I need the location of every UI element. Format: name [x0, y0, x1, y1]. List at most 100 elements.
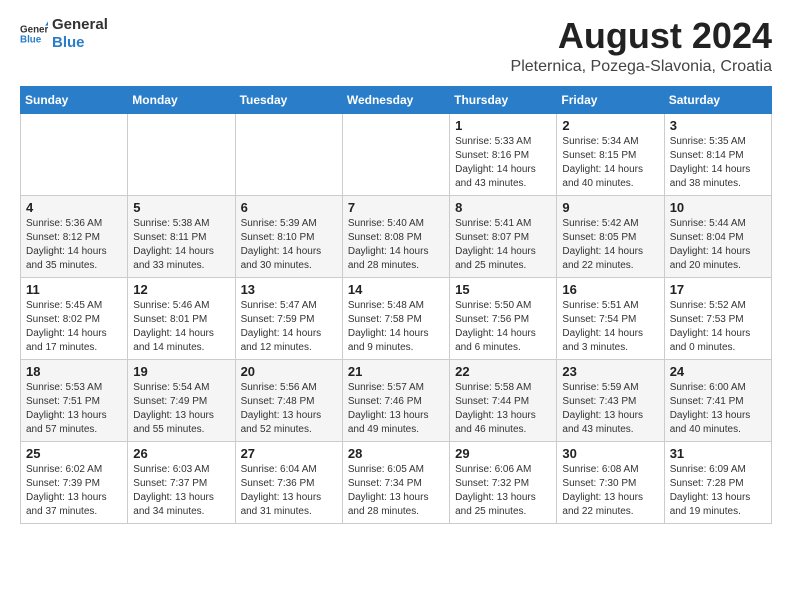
calendar-cell: 22Sunrise: 5:58 AM Sunset: 7:44 PM Dayli…: [450, 359, 557, 441]
day-number: 5: [133, 200, 229, 215]
cell-text: Sunrise: 6:03 AM Sunset: 7:37 PM Dayligh…: [133, 463, 229, 519]
calendar-cell: 17 Sunrise: 5:52 AM Sunset: 7:53 PM Dayli…: [664, 277, 771, 359]
day-number: 10: [670, 200, 766, 215]
day-header-sunday: Sunday: [21, 86, 128, 113]
calendar-cell: 1 Sunrise: 5:33 AM Sunset: 8:16 PM Daylig…: [450, 113, 557, 195]
month-title: August 2024: [511, 16, 772, 56]
day-number: 6: [241, 200, 337, 215]
day-number: 7: [348, 200, 444, 215]
day-number: 11: [26, 282, 122, 297]
day-number: 24: [670, 364, 766, 379]
cell-text: Sunrise: 5:39 AM Sunset: 8:10 PM Dayligh…: [241, 217, 337, 273]
day-number: 21: [348, 364, 444, 379]
logo-icon: General Blue: [20, 20, 48, 48]
cell-text: Sunrise: 5:56 AM Sunset: 7:48 PM Dayligh…: [241, 381, 337, 437]
day-number: 29: [455, 446, 551, 461]
calendar-cell: 11 Sunrise: 5:45 AM Sunset: 8:02 PM Dayli…: [21, 277, 128, 359]
day-number: 14: [348, 282, 444, 297]
day-header-friday: Friday: [557, 86, 664, 113]
week-row-3: 11 Sunrise: 5:45 AM Sunset: 8:02 PM Dayli…: [21, 277, 772, 359]
cell-text: Sunrise: 5:38 AM Sunset: 8:11 PM Dayligh…: [133, 217, 229, 273]
cell-text: Sunrise: 5:35 AM Sunset: 8:14 PM Dayligh…: [670, 135, 766, 191]
day-number: 16: [562, 282, 658, 297]
day-number: 20: [241, 364, 337, 379]
cell-text: Sunrise: 6:05 AM Sunset: 7:34 PM Dayligh…: [348, 463, 444, 519]
week-row-1: 1 Sunrise: 5:33 AM Sunset: 8:16 PM Daylig…: [21, 113, 772, 195]
cell-text: Sunrise: 5:34 AM Sunset: 8:15 PM Dayligh…: [562, 135, 658, 191]
day-number: 25: [26, 446, 122, 461]
calendar-cell: 20 Sunrise: 5:56 AM Sunset: 7:48 PM Dayli…: [235, 359, 342, 441]
calendar-cell: 30 Sunrise: 6:08 AM Sunset: 7:30 PM Dayli…: [557, 441, 664, 523]
day-number: 3: [670, 118, 766, 133]
calendar-cell: 5 Sunrise: 5:38 AM Sunset: 8:11 PM Daylig…: [128, 195, 235, 277]
day-number: 23: [562, 364, 658, 379]
logo-general-text: General: [52, 16, 108, 34]
day-header-wednesday: Wednesday: [342, 86, 449, 113]
calendar-cell: 7 Sunrise: 5:40 AM Sunset: 8:08 PM Daylig…: [342, 195, 449, 277]
cell-text: Sunrise: 5:40 AM Sunset: 8:08 PM Dayligh…: [348, 217, 444, 273]
calendar-cell: 4 Sunrise: 5:36 AM Sunset: 8:12 PM Daylig…: [21, 195, 128, 277]
calendar-cell: 8Sunrise: 5:41 AM Sunset: 8:07 PM Daylig…: [450, 195, 557, 277]
cell-text: Sunrise: 6:00 AM Sunset: 7:41 PM Dayligh…: [670, 381, 766, 437]
calendar-cell: 3 Sunrise: 5:35 AM Sunset: 8:14 PM Daylig…: [664, 113, 771, 195]
calendar-cell: 14Sunrise: 5:48 AM Sunset: 7:58 PM Dayli…: [342, 277, 449, 359]
calendar-cell: 15 Sunrise: 5:50 AM Sunset: 7:56 PM Dayli…: [450, 277, 557, 359]
day-number: 4: [26, 200, 122, 215]
calendar-cell: [21, 113, 128, 195]
location-title: Pleternica, Pozega-Slavonia, Croatia: [511, 58, 772, 76]
day-number: 13: [241, 282, 337, 297]
day-number: 31: [670, 446, 766, 461]
cell-text: Sunrise: 5:36 AM Sunset: 8:12 PM Dayligh…: [26, 217, 122, 273]
week-row-2: 4 Sunrise: 5:36 AM Sunset: 8:12 PM Daylig…: [21, 195, 772, 277]
calendar-cell: 6 Sunrise: 5:39 AM Sunset: 8:10 PM Daylig…: [235, 195, 342, 277]
cell-text: Sunrise: 5:58 AM Sunset: 7:44 PM Dayligh…: [455, 381, 551, 437]
week-row-4: 18 Sunrise: 5:53 AM Sunset: 7:51 PM Dayli…: [21, 359, 772, 441]
calendar-cell: 24 Sunrise: 6:00 AM Sunset: 7:41 PM Dayli…: [664, 359, 771, 441]
day-header-thursday: Thursday: [450, 86, 557, 113]
cell-text: Sunrise: 5:45 AM Sunset: 8:02 PM Dayligh…: [26, 299, 122, 355]
logo: General Blue General Blue: [20, 16, 108, 52]
calendar-cell: 23 Sunrise: 5:59 AM Sunset: 7:43 PM Dayli…: [557, 359, 664, 441]
header-section: General Blue General Blue August 2024 Pl…: [20, 16, 772, 76]
calendar-cell: 2 Sunrise: 5:34 AM Sunset: 8:15 PM Daylig…: [557, 113, 664, 195]
day-number: 1: [455, 118, 551, 133]
calendar-cell: 13Sunrise: 5:47 AM Sunset: 7:59 PM Dayli…: [235, 277, 342, 359]
day-number: 17: [670, 282, 766, 297]
calendar-cell: [128, 113, 235, 195]
cell-text: Sunrise: 6:08 AM Sunset: 7:30 PM Dayligh…: [562, 463, 658, 519]
header-row: SundayMondayTuesdayWednesdayThursdayFrid…: [21, 86, 772, 113]
calendar-cell: 19Sunrise: 5:54 AM Sunset: 7:49 PM Dayli…: [128, 359, 235, 441]
cell-text: Sunrise: 5:57 AM Sunset: 7:46 PM Dayligh…: [348, 381, 444, 437]
calendar-cell: 26 Sunrise: 6:03 AM Sunset: 7:37 PM Dayli…: [128, 441, 235, 523]
calendar-cell: 18 Sunrise: 5:53 AM Sunset: 7:51 PM Dayli…: [21, 359, 128, 441]
cell-text: Sunrise: 5:50 AM Sunset: 7:56 PM Dayligh…: [455, 299, 551, 355]
cell-text: Sunrise: 5:44 AM Sunset: 8:04 PM Dayligh…: [670, 217, 766, 273]
cell-text: Sunrise: 5:59 AM Sunset: 7:43 PM Dayligh…: [562, 381, 658, 437]
cell-text: Sunrise: 5:41 AM Sunset: 8:07 PM Dayligh…: [455, 217, 551, 273]
week-row-5: 25Sunrise: 6:02 AM Sunset: 7:39 PM Dayli…: [21, 441, 772, 523]
day-number: 18: [26, 364, 122, 379]
calendar-cell: 16Sunrise: 5:51 AM Sunset: 7:54 PM Dayli…: [557, 277, 664, 359]
day-number: 27: [241, 446, 337, 461]
cell-text: Sunrise: 5:42 AM Sunset: 8:05 PM Dayligh…: [562, 217, 658, 273]
day-header-saturday: Saturday: [664, 86, 771, 113]
calendar-cell: [342, 113, 449, 195]
cell-text: Sunrise: 5:33 AM Sunset: 8:16 PM Dayligh…: [455, 135, 551, 191]
day-number: 12: [133, 282, 229, 297]
day-number: 15: [455, 282, 551, 297]
cell-text: Sunrise: 5:53 AM Sunset: 7:51 PM Dayligh…: [26, 381, 122, 437]
day-number: 26: [133, 446, 229, 461]
calendar-cell: 12Sunrise: 5:46 AM Sunset: 8:01 PM Dayli…: [128, 277, 235, 359]
day-number: 28: [348, 446, 444, 461]
cell-text: Sunrise: 5:52 AM Sunset: 7:53 PM Dayligh…: [670, 299, 766, 355]
calendar-cell: 28 Sunrise: 6:05 AM Sunset: 7:34 PM Dayli…: [342, 441, 449, 523]
calendar-cell: 10 Sunrise: 5:44 AM Sunset: 8:04 PM Dayli…: [664, 195, 771, 277]
calendar-table: SundayMondayTuesdayWednesdayThursdayFrid…: [20, 86, 772, 524]
calendar-cell: 29Sunrise: 6:06 AM Sunset: 7:32 PM Dayli…: [450, 441, 557, 523]
day-header-monday: Monday: [128, 86, 235, 113]
day-number: 30: [562, 446, 658, 461]
svg-text:Blue: Blue: [20, 34, 42, 45]
day-number: 2: [562, 118, 658, 133]
logo-blue-text: Blue: [52, 34, 108, 52]
day-number: 19: [133, 364, 229, 379]
